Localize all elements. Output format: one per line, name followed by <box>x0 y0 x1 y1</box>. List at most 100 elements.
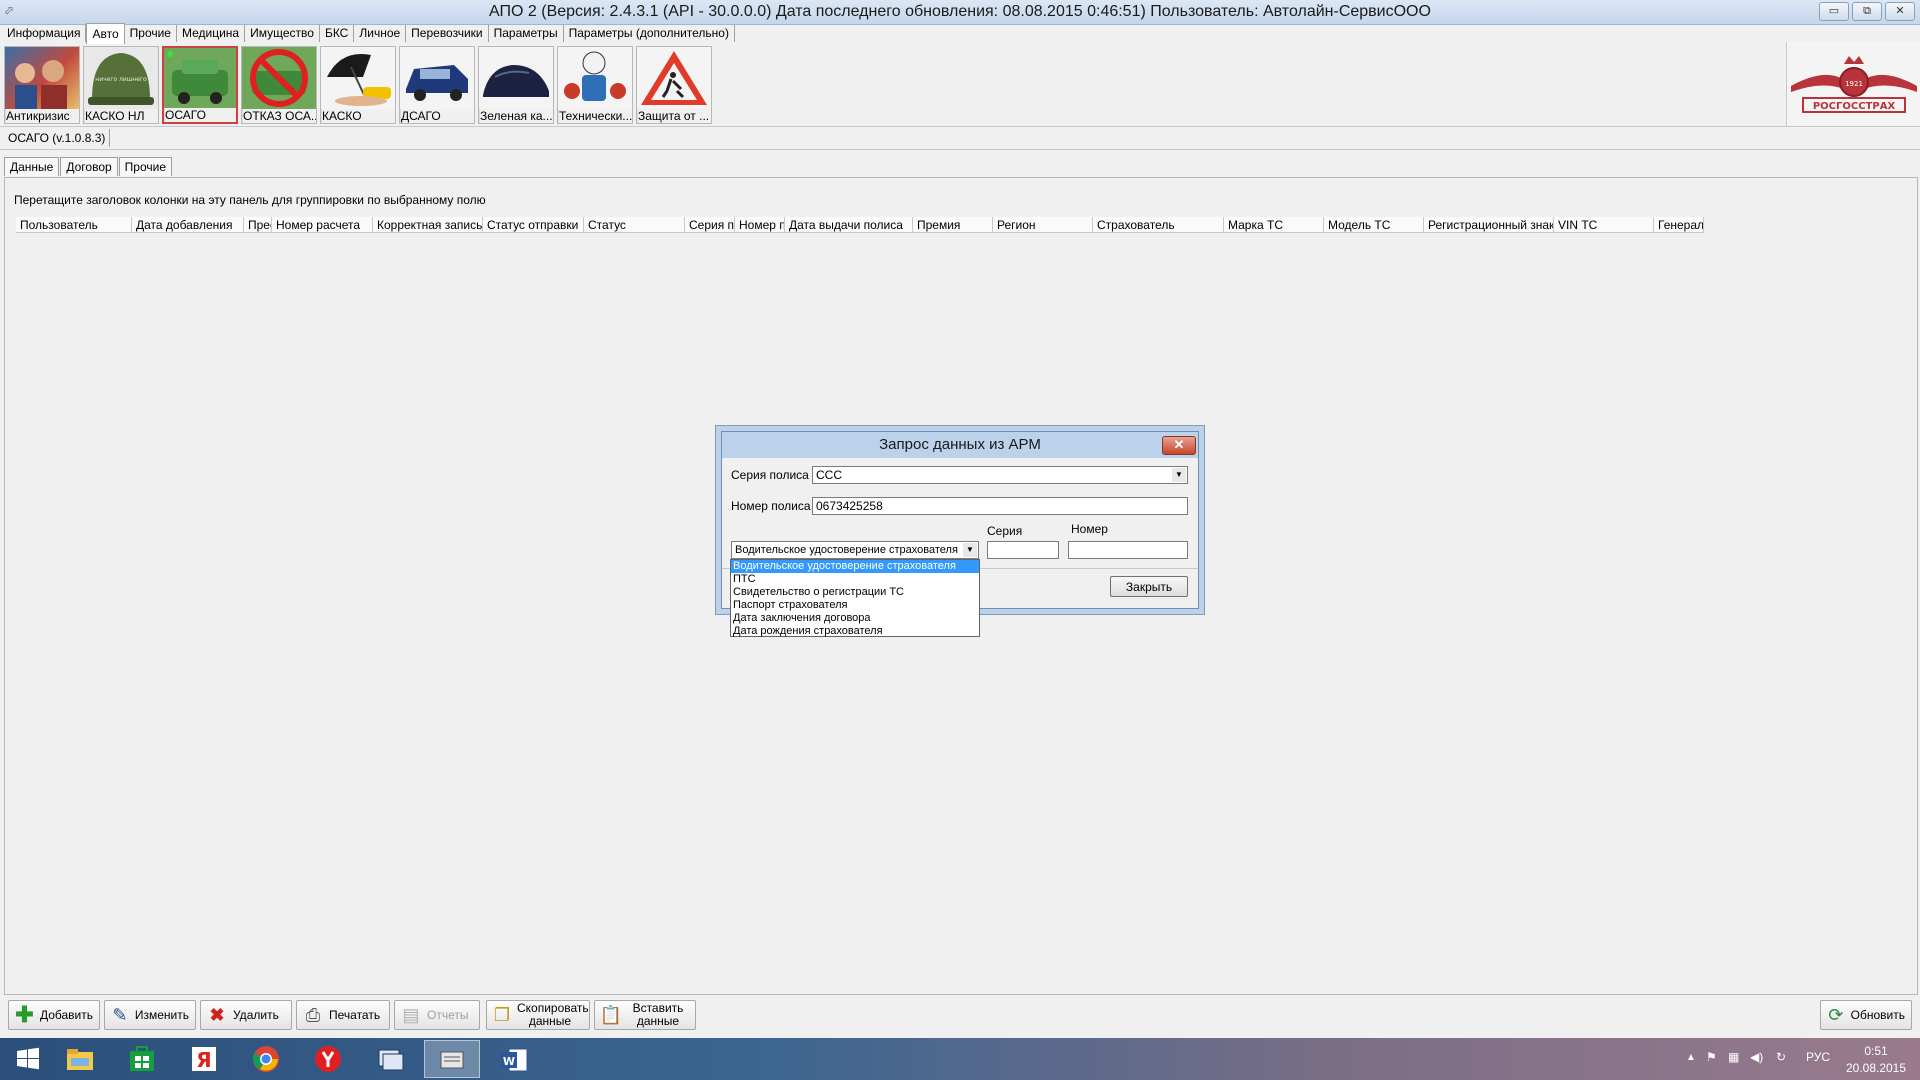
column-header[interactable]: Регион <box>993 217 1093 233</box>
column-header[interactable]: Пользователь <box>16 217 132 233</box>
tab-personal[interactable]: Личное <box>354 25 407 42</box>
column-header[interactable]: Генерал <box>1654 217 1704 233</box>
product-label: КАСКО <box>322 109 395 123</box>
product-label: Антикризис <box>6 109 79 123</box>
sync-icon[interactable]: ↻ <box>1776 1050 1786 1064</box>
tray-expand-icon[interactable]: ▲ <box>1686 1052 1696 1063</box>
tab-info[interactable]: Информация <box>2 25 87 42</box>
tab-data[interactable]: Данные <box>4 157 60 176</box>
chrome-icon[interactable] <box>238 1040 294 1078</box>
tab-parameters[interactable]: Параметры <box>489 25 564 42</box>
doc-type-list: Водительское удостоверение страхователя … <box>730 559 980 637</box>
doc-option[interactable]: Водительское удостоверение страхователя <box>731 560 979 573</box>
add-button[interactable]: ✚ Добавить <box>8 1000 100 1030</box>
column-header[interactable]: Регистрационный знак <box>1424 217 1554 233</box>
column-header[interactable]: Номер п <box>735 217 785 233</box>
doc-option[interactable]: Свидетельство о регистрации ТС <box>731 586 979 599</box>
group-by-panel[interactable]: Перетащите заголовок колонки на эту пане… <box>14 193 486 207</box>
close-button[interactable]: Закрыть <box>1110 576 1188 597</box>
tab-other-sub[interactable]: Прочие <box>118 157 173 176</box>
tab-medicine[interactable]: Медицина <box>177 25 246 42</box>
doc-option[interactable]: Дата рождения страхователя <box>731 625 979 638</box>
print-button[interactable]: ⎙ Печатать <box>296 1000 390 1030</box>
tab-other[interactable]: Прочие <box>125 25 177 42</box>
copy-icon: ❐ <box>493 1004 511 1025</box>
policy-series-select[interactable]: ССС ▼ <box>812 466 1188 484</box>
tab-property[interactable]: Имущество <box>245 25 320 42</box>
language-indicator[interactable]: РУС <box>1806 1050 1830 1064</box>
policy-number-input[interactable]: 0673425258 <box>812 497 1188 515</box>
tab-carriers[interactable]: Перевозчики <box>406 25 489 42</box>
doc-option[interactable]: ПТС <box>731 573 979 586</box>
product-label: ОСАГО <box>165 108 236 122</box>
product-green-card[interactable]: Зеленая ка... <box>478 46 554 124</box>
flag-icon[interactable]: ⚑ <box>1706 1050 1717 1064</box>
product-kasko[interactable]: КАСКО <box>320 46 396 124</box>
column-header[interactable]: Серия пс <box>685 217 735 233</box>
edit-button[interactable]: ✎ Изменить <box>104 1000 196 1030</box>
helmet-caption: ничего лишнего <box>95 76 147 83</box>
start-icon[interactable] <box>0 1040 56 1078</box>
copy-data-button[interactable]: ❐ Скопировать данные <box>486 1000 590 1030</box>
refresh-button[interactable]: ⟳ Обновить <box>1820 1000 1912 1030</box>
product-kasko-nl[interactable]: ничего лишнего КАСКО НЛ <box>83 46 159 124</box>
delete-button[interactable]: ✖ Удалить <box>200 1000 292 1030</box>
clock-time: 0:51 <box>1864 1044 1888 1058</box>
column-header[interactable]: Дата добавления <box>132 217 244 233</box>
doc-option[interactable]: Дата заключения договора <box>731 612 979 625</box>
maximize-button[interactable]: ⧉ <box>1852 2 1882 21</box>
product-osago-refusal[interactable]: ОТКАЗ ОСА... <box>241 46 317 124</box>
doc-option[interactable]: Паспорт страхователя <box>731 599 979 612</box>
module-tab[interactable]: ОСАГО (v.1.0.8.3) <box>4 129 111 147</box>
tab-parameters-extra[interactable]: Параметры (дополнительно) <box>564 25 735 42</box>
main-tabs: Информация Авто Прочие Медицина Имуществ… <box>2 23 735 44</box>
column-header[interactable]: Корректная запись <box>373 217 483 233</box>
dialog-close-button[interactable]: ✕ <box>1162 436 1196 455</box>
tab-contract[interactable]: Договор <box>60 157 118 176</box>
product-dsago[interactable]: ДСАГО <box>399 46 475 124</box>
doc-series-input[interactable] <box>987 541 1059 559</box>
yandex-browser-icon[interactable] <box>300 1040 356 1078</box>
tab-bks[interactable]: БКС <box>320 25 355 42</box>
product-anticrisis[interactable]: Антикризис <box>4 46 80 124</box>
volume-icon[interactable]: ◀) <box>1750 1050 1763 1064</box>
explorer-icon[interactable] <box>52 1040 108 1078</box>
suv-icon <box>400 47 474 109</box>
close-window-button[interactable]: ✕ <box>1885 2 1915 21</box>
word-icon[interactable]: W <box>486 1040 542 1078</box>
product-osago[interactable]: ОСАГО <box>162 46 238 124</box>
app-icon[interactable] <box>362 1040 418 1078</box>
product-label: Защита от ... <box>638 109 711 123</box>
column-header[interactable]: Номер расчета <box>272 217 373 233</box>
network-icon[interactable]: ▦ <box>1728 1050 1739 1064</box>
column-header[interactable]: Страхователь <box>1093 217 1224 233</box>
printer-icon: ⎙ <box>305 1004 321 1025</box>
product-toolbar: Антикризис ничего лишнего КАСКО НЛ ОСАГО… <box>4 46 715 124</box>
column-header[interactable]: Марка ТС <box>1224 217 1324 233</box>
reports-button[interactable]: ▤ Отчеты <box>394 1000 480 1030</box>
column-header[interactable]: Статус отправки <box>483 217 584 233</box>
doc-number-input[interactable] <box>1068 541 1188 559</box>
product-technical[interactable]: Технически... <box>557 46 633 124</box>
product-label: ОТКАЗ ОСА... <box>243 109 316 123</box>
pencil-icon: ✎ <box>112 1004 128 1025</box>
product-label: Зеленая ка... <box>480 109 553 123</box>
product-protection[interactable]: Защита от ... <box>636 46 712 124</box>
column-header[interactable]: Премия <box>913 217 993 233</box>
column-header[interactable]: Модель ТС <box>1324 217 1424 233</box>
report-icon: ▤ <box>402 1004 420 1025</box>
column-header[interactable]: Статус <box>584 217 685 233</box>
clock[interactable]: 0:51 20.08.2015 <box>1836 1043 1916 1077</box>
doc-type-select[interactable]: Водительское удостоверение страхователя … <box>731 541 979 559</box>
logo-year: 1921 <box>1845 80 1863 88</box>
column-header[interactable]: Прес <box>244 217 272 233</box>
minimize-button[interactable]: ▭ <box>1819 2 1849 21</box>
clock-date: 20.08.2015 <box>1845 1061 1907 1075</box>
tab-auto[interactable]: Авто <box>86 23 125 44</box>
yandex-icon[interactable]: Я <box>176 1040 232 1078</box>
apo-icon[interactable] <box>424 1040 480 1078</box>
paste-data-button[interactable]: 📋 Вставить данные <box>594 1000 696 1030</box>
column-header[interactable]: Дата выдачи полиса <box>785 217 913 233</box>
column-header[interactable]: VIN ТС <box>1554 217 1654 233</box>
store-icon[interactable] <box>114 1040 170 1078</box>
